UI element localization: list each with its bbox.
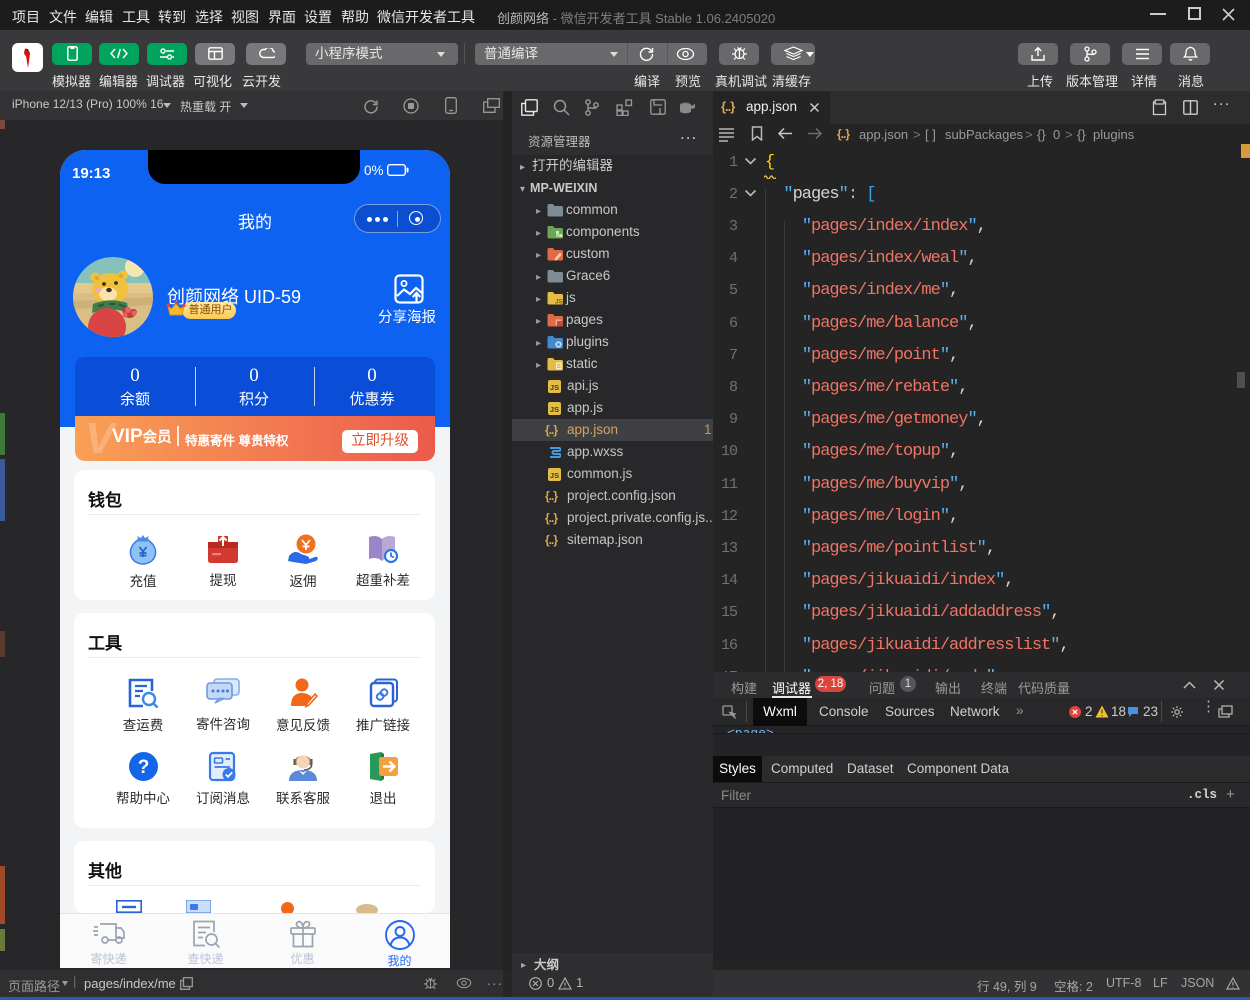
svg-text:?: ? <box>137 757 149 778</box>
svg-text:JS: JS <box>550 383 559 392</box>
svg-text:JS: JS <box>555 299 563 306</box>
svg-text:JS: JS <box>550 471 559 480</box>
svg-text:JS: JS <box>550 405 559 414</box>
